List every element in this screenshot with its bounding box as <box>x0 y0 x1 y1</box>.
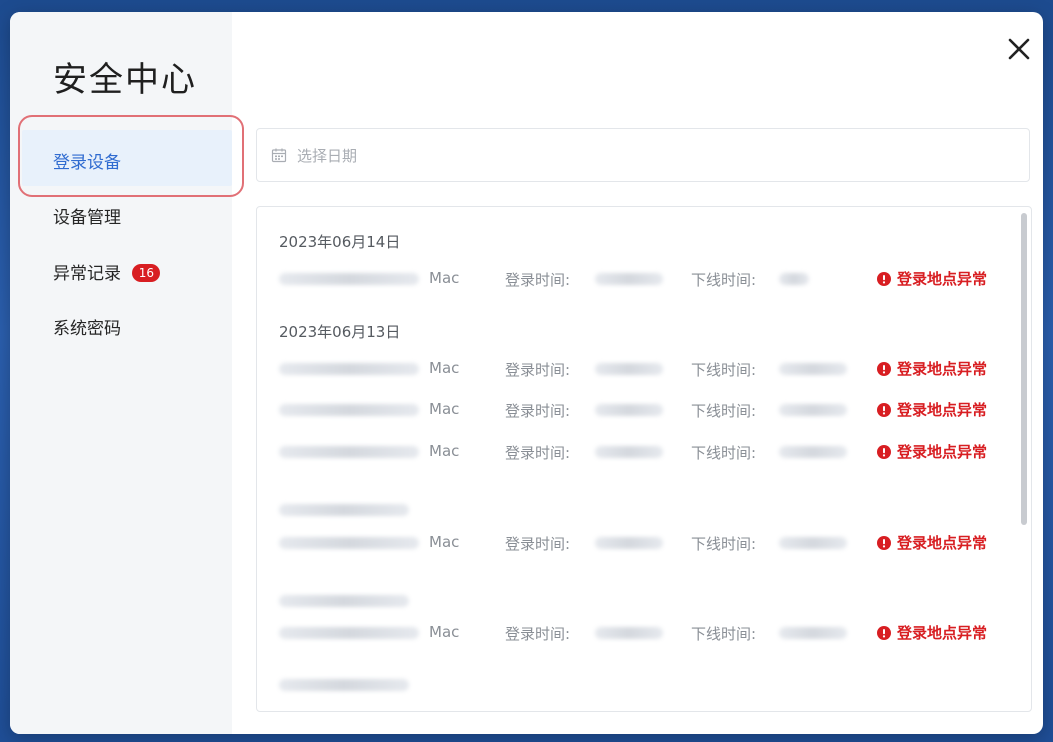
sidebar-item-system-password[interactable]: 系统密码 <box>53 314 121 339</box>
redacted-login-time <box>595 627 663 639</box>
redacted-login-time <box>595 363 663 375</box>
redacted-logout-time <box>779 627 847 639</box>
alert-text: 登录地点异常 <box>897 534 988 552</box>
device-type: Mac <box>429 400 460 418</box>
redacted-account <box>279 627 419 639</box>
alert-text: 登录地点异常 <box>897 624 988 642</box>
redacted-logout-time <box>779 273 809 285</box>
sidebar-item-device-management[interactable]: 设备管理 <box>53 203 121 228</box>
date-picker-input[interactable]: 选择日期 <box>256 128 1030 182</box>
exclamation-circle-icon <box>877 271 891 286</box>
redacted-date-heading <box>279 504 409 516</box>
table-row: Mac 登录时间: 下线时间: 登录地点异常 <box>257 267 1017 291</box>
location-anomaly-alert[interactable]: 登录地点异常 <box>877 532 987 553</box>
alert-text: 登录地点异常 <box>897 443 988 461</box>
device-type: Mac <box>429 623 460 641</box>
highlight-annotation-ring <box>18 115 244 197</box>
alert-text: 登录地点异常 <box>897 360 988 378</box>
redacted-account <box>279 404 419 416</box>
date-group-heading: 2023年06月13日 <box>279 323 401 341</box>
redacted-login-time <box>595 273 663 285</box>
redacted-date-heading <box>279 595 409 607</box>
login-records-list: 2023年06月14日 Mac 登录时间: 下线时间: 登录地点异常 2023年… <box>256 206 1032 712</box>
device-type: Mac <box>429 269 460 287</box>
redacted-logout-time <box>779 446 847 458</box>
alert-text: 登录地点异常 <box>897 270 988 288</box>
logout-time-label: 下线时间: <box>691 444 757 462</box>
table-row: Mac 登录时间: 下线时间: 登录地点异常 <box>257 398 1017 422</box>
logout-time-label: 下线时间: <box>691 625 757 643</box>
sidebar-item-label: 系统密码 <box>53 319 121 339</box>
redacted-account <box>279 363 419 375</box>
login-time-label: 登录时间: <box>505 361 571 379</box>
logout-time-label: 下线时间: <box>691 361 757 379</box>
location-anomaly-alert[interactable]: 登录地点异常 <box>877 399 987 420</box>
location-anomaly-alert[interactable]: 登录地点异常 <box>877 441 987 462</box>
table-row: Mac 登录时间: 下线时间: 登录地点异常 <box>257 621 1017 645</box>
redacted-date-heading <box>279 679 409 691</box>
exclamation-circle-icon <box>877 444 891 459</box>
login-time-label: 登录时间: <box>505 535 571 553</box>
redacted-account <box>279 446 419 458</box>
dialog-title: 安全中心 <box>53 60 197 100</box>
device-type: Mac <box>429 533 460 551</box>
anomaly-count-badge: 16 <box>132 264 161 282</box>
location-anomaly-alert[interactable]: 登录地点异常 <box>877 358 987 379</box>
logout-time-label: 下线时间: <box>691 271 757 289</box>
sidebar: 安全中心 登录设备 设备管理 异常记录 16 系统密码 <box>10 12 244 734</box>
exclamation-circle-icon <box>877 625 891 640</box>
login-time-label: 登录时间: <box>505 625 571 643</box>
exclamation-circle-icon <box>877 535 891 550</box>
redacted-logout-time <box>779 363 847 375</box>
exclamation-circle-icon <box>877 402 891 417</box>
redacted-login-time <box>595 404 663 416</box>
exclamation-circle-icon <box>877 361 891 376</box>
redacted-account <box>279 537 419 549</box>
close-button[interactable] <box>1004 34 1034 64</box>
login-time-label: 登录时间: <box>505 444 571 462</box>
device-type: Mac <box>429 442 460 460</box>
date-picker-placeholder: 选择日期 <box>297 146 358 165</box>
alert-text: 登录地点异常 <box>897 401 988 419</box>
calendar-icon <box>271 148 287 163</box>
close-icon <box>1008 38 1030 60</box>
table-row: Mac 登录时间: 下线时间: 登录地点异常 <box>257 440 1017 464</box>
list-scrollbar[interactable] <box>1021 213 1027 525</box>
device-type: Mac <box>429 359 460 377</box>
redacted-login-time <box>595 446 663 458</box>
redacted-account <box>279 273 419 285</box>
logout-time-label: 下线时间: <box>691 402 757 420</box>
sidebar-item-label: 异常记录 <box>53 264 121 284</box>
sidebar-item-anomaly-records[interactable]: 异常记录 16 <box>53 259 161 284</box>
sidebar-item-login-devices[interactable]: 登录设备 <box>53 148 121 173</box>
sidebar-item-label: 登录设备 <box>53 153 121 173</box>
location-anomaly-alert[interactable]: 登录地点异常 <box>877 268 987 289</box>
logout-time-label: 下线时间: <box>691 535 757 553</box>
login-time-label: 登录时间: <box>505 271 571 289</box>
table-row: Mac 登录时间: 下线时间: 登录地点异常 <box>257 531 1017 555</box>
date-group-heading: 2023年06月14日 <box>279 233 401 251</box>
security-center-dialog: 安全中心 登录设备 设备管理 异常记录 16 系统密码 选择日期 2023年06… <box>10 12 1043 734</box>
redacted-logout-time <box>779 404 847 416</box>
location-anomaly-alert[interactable]: 登录地点异常 <box>877 622 987 643</box>
table-row: Mac 登录时间: 下线时间: 登录地点异常 <box>257 357 1017 381</box>
login-time-label: 登录时间: <box>505 402 571 420</box>
redacted-login-time <box>595 537 663 549</box>
sidebar-item-label: 设备管理 <box>53 208 121 228</box>
redacted-logout-time <box>779 537 847 549</box>
